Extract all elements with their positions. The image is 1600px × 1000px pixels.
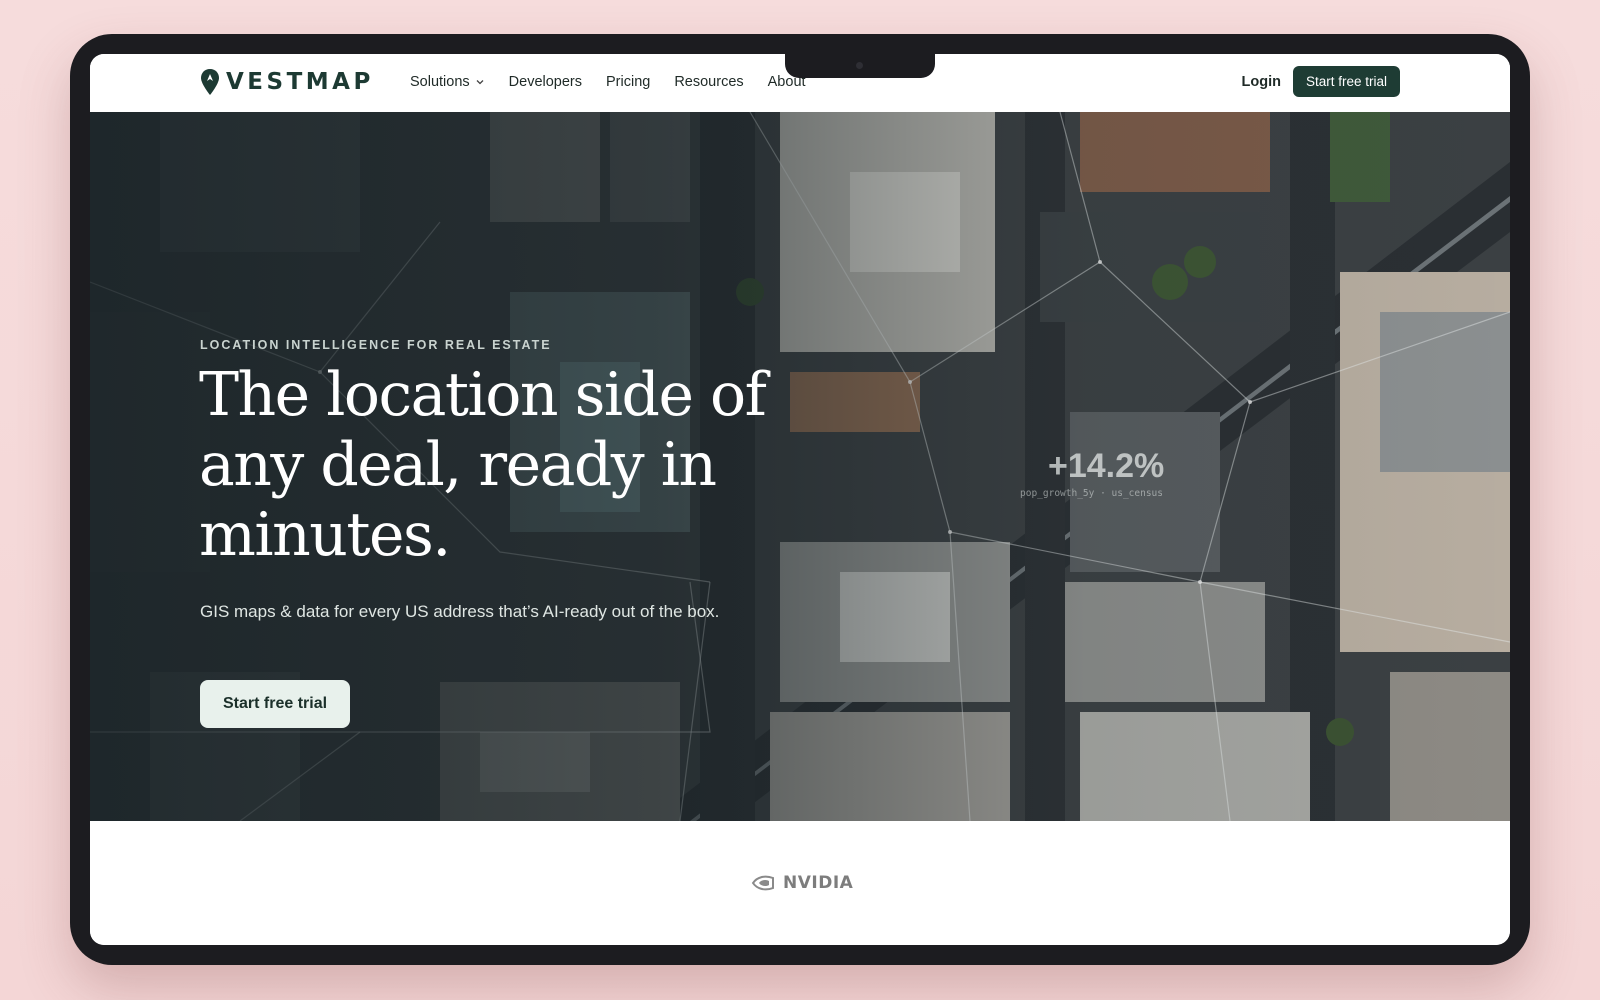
- hero-eyebrow: LOCATION INTELLIGENCE FOR REAL ESTATE: [200, 338, 552, 352]
- camera-notch: [785, 54, 935, 78]
- start-free-trial-button[interactable]: Start free trial: [1292, 66, 1400, 97]
- nav-item-resources[interactable]: Resources: [674, 74, 743, 90]
- nav-label: Resources: [674, 74, 744, 90]
- browser-screen: VESTMAP Solutions Developers Pricing Res…: [90, 54, 1510, 945]
- map-stat-overlay: +14.2% pop_growth_5y · us_census: [1020, 447, 1164, 499]
- nav-item-developers[interactable]: Developers: [509, 74, 582, 90]
- nvidia-eye-icon: [751, 875, 774, 891]
- hero-section: LOCATION INTELLIGENCE FOR REAL ESTATE Th…: [90, 112, 1510, 821]
- stat-value: +14.2%: [1048, 447, 1165, 485]
- brand-name: VESTMAP: [226, 69, 374, 95]
- hero-subline: GIS maps & data for every US address tha…: [200, 602, 720, 621]
- nav-label: Pricing: [606, 74, 651, 90]
- nav-links: Solutions Developers Pricing Resources A…: [410, 74, 806, 90]
- nav-item-solutions[interactable]: Solutions: [410, 74, 485, 90]
- camera-icon: [856, 62, 863, 69]
- brand-logo[interactable]: VESTMAP: [200, 68, 374, 96]
- hero-start-free-trial-button[interactable]: Start free trial: [200, 680, 351, 728]
- nav-actions: Login Start free trial: [1242, 66, 1400, 97]
- nav-label: Solutions: [410, 74, 470, 90]
- partner-logos-strip: NVIDIA: [90, 821, 1510, 945]
- laptop-frame: VESTMAP Solutions Developers Pricing Res…: [70, 34, 1530, 965]
- partner-logo-nvidia: NVIDIA: [751, 873, 853, 893]
- chevron-down-icon: [476, 80, 484, 85]
- nav-item-pricing[interactable]: Pricing: [606, 74, 650, 90]
- map-pin-icon: [201, 69, 219, 95]
- partner-name: NVIDIA: [783, 873, 854, 893]
- stat-caption: pop_growth_5y · us_census: [1020, 488, 1163, 499]
- nav-label: Developers: [508, 74, 582, 90]
- login-link[interactable]: Login: [1242, 74, 1281, 90]
- hero-headline: The location side of any deal, ready in …: [199, 360, 767, 570]
